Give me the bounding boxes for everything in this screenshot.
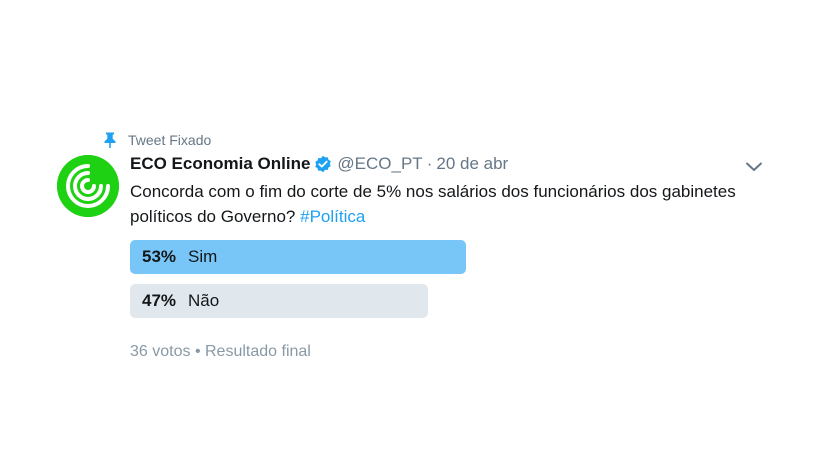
- hashtag-link[interactable]: #Política: [300, 207, 365, 226]
- poll-option-percent: 53%: [142, 247, 177, 266]
- tweet-text: Concorda com o fim do corte de 5% nos sa…: [130, 179, 790, 229]
- poll-status: Resultado final: [205, 343, 311, 360]
- verified-badge-icon: [314, 155, 332, 173]
- separator-dot: ·: [426, 154, 433, 173]
- chevron-down-icon[interactable]: [744, 159, 764, 175]
- tweet-date[interactable]: 20 de abr: [436, 154, 508, 174]
- author-handle[interactable]: @ECO_PT: [337, 154, 422, 174]
- poll-option-sim: 53% Sim: [130, 240, 466, 274]
- author-name[interactable]: ECO Economia Online: [130, 154, 310, 174]
- pinned-label: Tweet Fixado: [128, 132, 212, 148]
- pin-icon: [101, 131, 119, 149]
- poll-option-percent: 47%: [142, 291, 177, 310]
- poll-bullet: •: [194, 343, 201, 360]
- poll-option-nao: 47% Não: [130, 284, 428, 318]
- tweet-body: Concorda com o fim do corte de 5% nos sa…: [130, 182, 736, 226]
- poll-option-label: Não: [188, 291, 220, 310]
- pinned-indicator: Tweet Fixado: [101, 129, 211, 151]
- poll-votes: 36 votos: [130, 343, 191, 360]
- eco-logo-icon: [57, 155, 119, 217]
- tweet[interactable]: Tweet Fixado ECO Economia Online @ECO_PT…: [0, 0, 832, 468]
- avatar[interactable]: [57, 155, 119, 217]
- poll-option-label: Sim: [188, 247, 218, 266]
- poll-summary: 36 votos • Resultado final: [130, 343, 311, 361]
- tweet-header: ECO Economia Online @ECO_PT · 20 de abr: [130, 152, 508, 176]
